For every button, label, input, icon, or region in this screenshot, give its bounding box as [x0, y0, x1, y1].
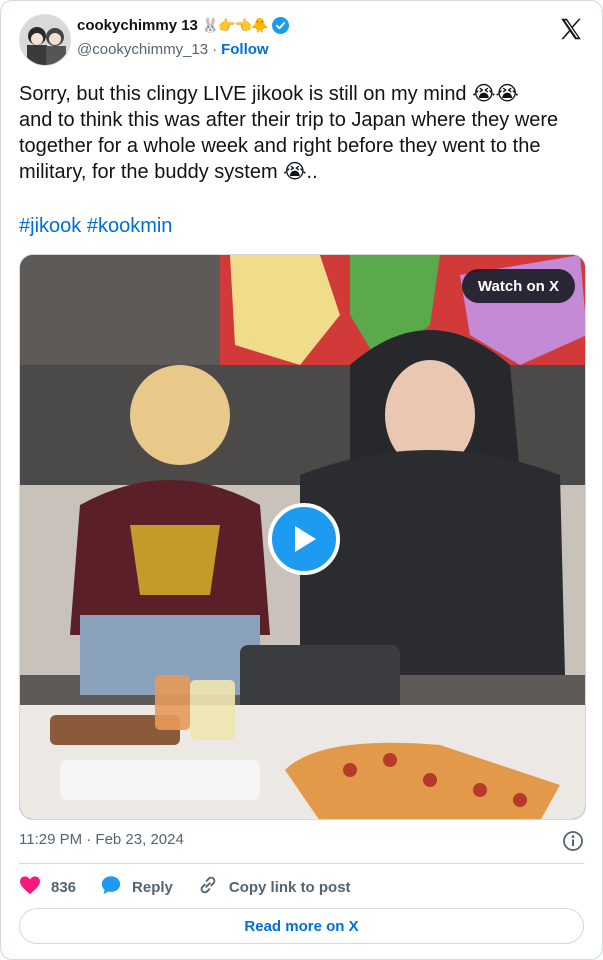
hashtag-row: #jikook #kookmin: [19, 213, 172, 239]
avatar[interactable]: [19, 14, 71, 66]
reply-label: Reply: [132, 878, 173, 896]
watch-on-x-button[interactable]: Watch on X: [461, 269, 575, 303]
divider: [19, 863, 584, 864]
copy-link-label: Copy link to post: [228, 878, 351, 896]
follow-button[interactable]: Follow: [221, 41, 269, 58]
author-handle[interactable]: @cookychimmy_13: [77, 41, 208, 58]
copy-link-button[interactable]: Copy link to post: [197, 874, 351, 900]
video-thumbnail[interactable]: Watch on X: [19, 254, 586, 820]
handle-separator: ·: [212, 41, 218, 58]
tweet-card: cookychimmy 13 🐰👉👈🐥 @cookychimmy_13 · Fo…: [0, 0, 603, 960]
reply-bubble-icon: [100, 874, 122, 900]
tweet-timestamp[interactable]: 11:29 PM · Feb 23, 2024: [19, 831, 184, 848]
author-name-emojis: 🐰👉👈🐥: [201, 17, 269, 33]
like-button[interactable]: 836: [19, 875, 76, 899]
tweet-header: cookychimmy 13 🐰👉👈🐥 @cookychimmy_13 · Fo…: [19, 14, 584, 66]
info-icon[interactable]: [562, 830, 584, 852]
hashtag-kookmin[interactable]: #kookmin: [87, 215, 173, 237]
action-bar: 836 Reply Copy link to post: [19, 875, 375, 899]
play-icon[interactable]: [268, 503, 340, 575]
tweet-text: Sorry, but this clingy LIVE jikook is st…: [19, 83, 559, 183]
hashtag-jikook[interactable]: #jikook: [19, 215, 81, 237]
author-handle-row: @cookychimmy_13 · Follow: [77, 41, 269, 58]
read-more-button[interactable]: Read more on X: [19, 908, 584, 944]
heart-icon: [19, 875, 41, 899]
x-logo-icon[interactable]: [558, 16, 584, 42]
link-icon: [197, 874, 219, 900]
author-name-row: cookychimmy 13 🐰👉👈🐥: [77, 17, 289, 34]
like-count: 836: [51, 878, 77, 896]
reply-button[interactable]: Reply: [100, 874, 173, 900]
verified-badge-icon: [271, 17, 289, 34]
author-display-name[interactable]: cookychimmy 13: [77, 17, 198, 34]
